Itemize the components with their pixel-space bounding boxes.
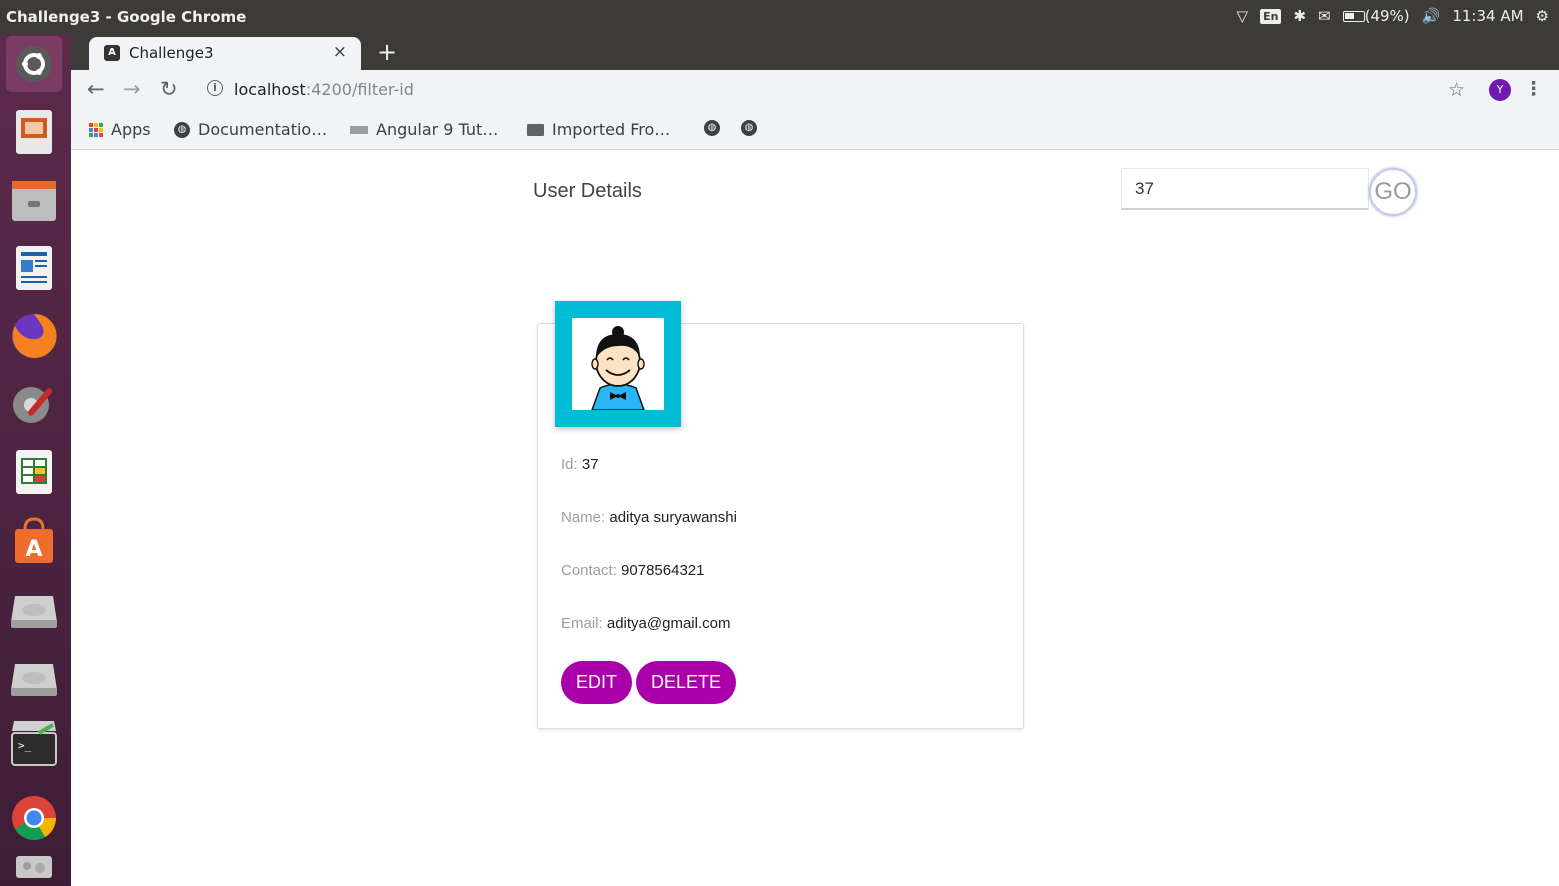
svg-text:>_: >_ (18, 739, 32, 752)
name-value: aditya suryawanshi (609, 509, 737, 526)
bookmark-star-icon[interactable]: ☆ (1448, 79, 1465, 101)
globe-icon: ◍ (741, 120, 757, 136)
software-center-icon[interactable]: A (6, 512, 62, 568)
battery-icon (1342, 11, 1365, 22)
bookmark-angular-tutorial[interactable]: Angular 9 Tut… (350, 120, 498, 139)
new-tab-button[interactable]: + (377, 38, 397, 66)
contact-label: Contact: (561, 562, 617, 579)
id-label: Id: (561, 456, 578, 473)
close-tab-icon[interactable]: × (333, 42, 347, 62)
bluetooth-icon[interactable]: ✱ (1293, 7, 1306, 25)
folder-icon (527, 123, 544, 136)
go-button[interactable]: GO (1369, 168, 1417, 216)
system-tray: ▽ En ✱ ✉ (49%) 🔊 11:34 AM ⚙ (1237, 7, 1549, 25)
avatar-frame (555, 301, 681, 427)
bookmark-globe-1[interactable]: ◍ (704, 120, 720, 136)
user-id-field: Id: 37 (561, 456, 599, 473)
contact-value: 9078564321 (621, 562, 705, 579)
reload-icon[interactable]: ↻ (160, 77, 178, 101)
email-value: aditya@gmail.com (606, 615, 731, 632)
chrome-menu-icon[interactable]: ⋮ (1524, 78, 1543, 100)
bookmark-imported-folder[interactable]: Imported Fro… (527, 120, 670, 139)
site-info-icon[interactable]: i (207, 80, 223, 96)
back-arrow-icon[interactable]: ← (87, 77, 105, 101)
power-gear-icon[interactable]: ⚙ (1536, 7, 1549, 25)
bookmark-documentation[interactable]: ◍ Documentatio… (174, 120, 327, 139)
tab-challenge3[interactable]: A Challenge3 × (89, 37, 361, 70)
writer-icon[interactable] (6, 240, 62, 296)
user-name-field: Name: aditya suryawanshi (561, 509, 737, 526)
browser-toolbar: ← → ↻ i localhost:4200/filter-id ☆ Y ⋮ (71, 70, 1559, 110)
launcher: A >_ (0, 34, 71, 886)
bookmarks-bar: Apps ◍ Documentatio… Angular 9 Tut… Impo… (71, 110, 1559, 150)
settings-icon[interactable] (6, 376, 62, 432)
calc-icon[interactable] (6, 444, 62, 500)
cartoon-boy-avatar-icon (590, 326, 646, 411)
chrome-icon[interactable] (6, 790, 62, 846)
tutorial-site-icon (350, 125, 368, 134)
tab-title: Challenge3 (129, 44, 214, 62)
id-value: 37 (581, 456, 599, 473)
bookmark-globe-2[interactable]: ◍ (741, 120, 757, 136)
email-label: Email: (561, 615, 603, 632)
ubuntu-dash-icon[interactable] (6, 36, 62, 92)
globe-icon: ◍ (704, 120, 720, 136)
clock[interactable]: 11:34 AM (1452, 7, 1523, 25)
keyboard-language[interactable]: En (1260, 8, 1282, 24)
firefox-icon[interactable] (6, 308, 62, 364)
name-label: Name: (561, 509, 606, 526)
window-title: Challenge3 - Google Chrome (6, 8, 247, 26)
globe-icon: ◍ (174, 121, 190, 138)
delete-button[interactable]: DELETE (636, 661, 737, 704)
profile-avatar[interactable]: Y (1489, 79, 1511, 101)
os-top-panel: Challenge3 - Google Chrome ▽ En ✱ ✉ (49%… (0, 0, 1559, 34)
user-id-input[interactable] (1121, 168, 1369, 210)
user-contact-field: Contact: 9078564321 (561, 562, 704, 579)
avatar (572, 318, 664, 411)
impress-icon[interactable] (6, 104, 62, 160)
trash-icon[interactable] (6, 852, 62, 882)
tab-strip: A Challenge3 × + (71, 34, 1559, 70)
mail-icon[interactable]: ✉ (1318, 7, 1331, 25)
volume-icon[interactable]: 🔊 (1422, 7, 1441, 25)
wifi-icon[interactable]: ▽ (1237, 7, 1249, 25)
files-icon[interactable] (6, 172, 62, 228)
page-title: User Details (533, 180, 642, 202)
angular-favicon-icon: A (104, 45, 120, 61)
user-email-field: Email: aditya@gmail.com (561, 615, 730, 632)
svg-text:A: A (25, 537, 42, 562)
drive-icon[interactable] (6, 580, 62, 636)
battery-indicator[interactable]: (49%) (1342, 7, 1410, 25)
forward-arrow-icon[interactable]: → (123, 77, 141, 101)
url-text[interactable]: localhost:4200/filter-id (234, 80, 414, 99)
edit-button[interactable]: EDIT (561, 661, 633, 704)
card-actions: EDIT DELETE (561, 661, 737, 704)
address-bar[interactable]: i localhost:4200/filter-id (199, 78, 1439, 104)
page-content: User Details GO Id: 37 Name: aditya sury… (71, 151, 1559, 886)
apps-grid-icon (89, 122, 103, 137)
bookmark-apps[interactable]: Apps (89, 120, 151, 139)
drive-icon[interactable] (6, 648, 62, 704)
terminal-icon[interactable]: >_ (6, 716, 62, 772)
